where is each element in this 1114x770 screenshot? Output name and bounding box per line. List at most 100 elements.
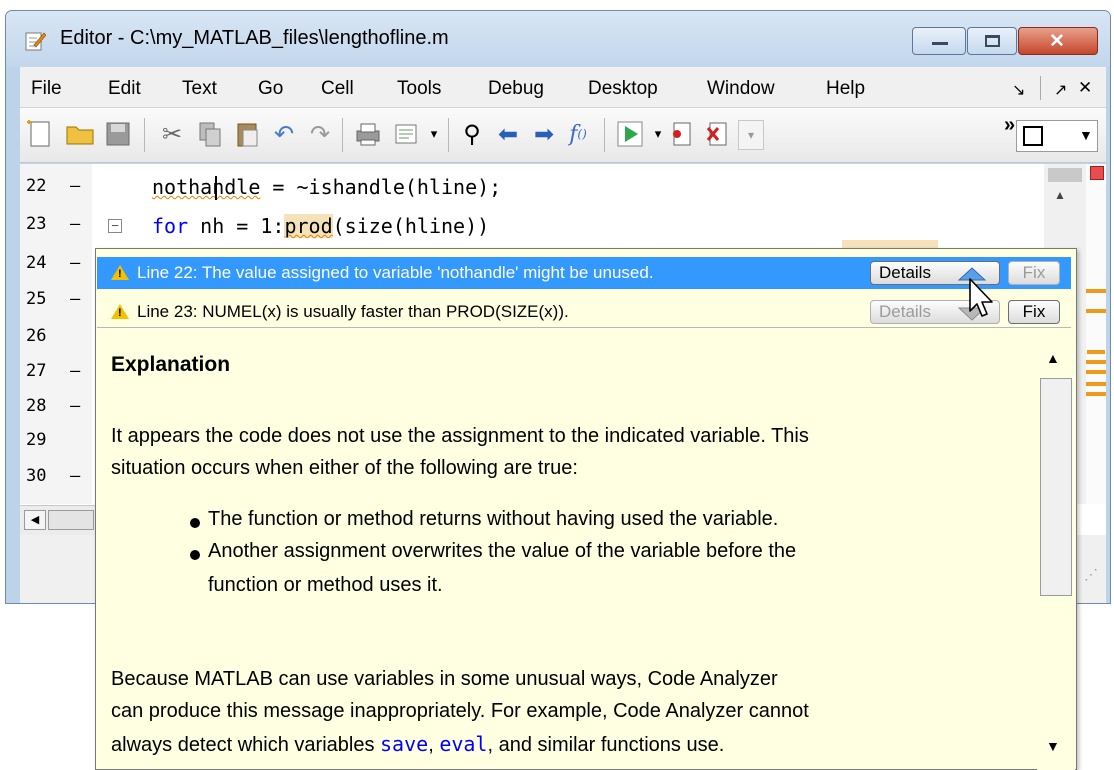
bullet-point bbox=[190, 550, 200, 560]
menu-window[interactable]: Window bbox=[707, 78, 775, 100]
code-text: nh = 1: bbox=[188, 214, 285, 238]
close-document-icon[interactable]: ✕ bbox=[1078, 78, 1092, 98]
toolbar-separator bbox=[604, 118, 605, 152]
open-folder-icon[interactable] bbox=[64, 118, 96, 150]
close-icon: ✕ bbox=[1049, 31, 1065, 52]
toolbar-overflow[interactable]: » bbox=[1004, 114, 1015, 137]
code-line-22[interactable]: nothandle = ~ishandle(hline); bbox=[152, 175, 501, 199]
text-fragment: , bbox=[428, 734, 440, 756]
dropdown-arrow-icon[interactable]: ▾ bbox=[418, 118, 450, 150]
maximize-icon bbox=[985, 35, 1000, 47]
forward-arrow-icon[interactable]: ➡ bbox=[528, 118, 560, 150]
paste-icon[interactable] bbox=[232, 118, 264, 150]
minimize-button[interactable] bbox=[912, 27, 966, 55]
line-dash[interactable]: – bbox=[70, 176, 80, 196]
line-dash[interactable]: – bbox=[70, 289, 80, 309]
warning-marker[interactable] bbox=[1086, 360, 1106, 364]
explanation-text: Because MATLAB can use variables in some… bbox=[111, 668, 778, 690]
cut-icon[interactable]: ✂ bbox=[156, 118, 188, 150]
function-icon[interactable]: f() bbox=[562, 118, 594, 150]
code-keyword: for bbox=[152, 214, 189, 238]
line-dash[interactable]: – bbox=[70, 214, 80, 234]
scrollbar-thumb[interactable] bbox=[1048, 168, 1082, 182]
back-arrow-icon[interactable]: ⬅ bbox=[492, 118, 524, 150]
menu-help[interactable]: Help bbox=[826, 78, 865, 100]
code-line-23[interactable]: for nh = 1:prod(size(hline)) bbox=[152, 214, 489, 238]
warning-marker[interactable] bbox=[1086, 370, 1106, 374]
dock-icon[interactable]: ↘ bbox=[1012, 80, 1025, 100]
toolbar-separator bbox=[144, 118, 145, 152]
scrollbar-thumb[interactable] bbox=[48, 510, 94, 530]
menu-desktop[interactable]: Desktop bbox=[588, 78, 658, 100]
warning-marker[interactable] bbox=[1086, 289, 1106, 293]
line-dash[interactable]: – bbox=[70, 466, 80, 486]
breakpoint-clear-icon[interactable] bbox=[702, 118, 734, 150]
explanation-text: can produce this message inappropriately… bbox=[111, 700, 809, 722]
fix-button[interactable]: Fix bbox=[1008, 300, 1060, 324]
line-number: 24 bbox=[26, 253, 47, 273]
menu-go[interactable]: Go bbox=[258, 78, 283, 100]
print-icon[interactable] bbox=[352, 118, 384, 150]
undo-icon[interactable]: ↶ bbox=[268, 118, 300, 150]
code-squiggled-token: prod bbox=[284, 214, 333, 238]
code-link-save[interactable]: save bbox=[380, 732, 428, 756]
line-number: 22 bbox=[26, 176, 47, 196]
menu-cell[interactable]: Cell bbox=[321, 78, 354, 100]
analyzer-message-text[interactable]: Line 23: NUMEL(x) is usually faster than… bbox=[137, 302, 569, 322]
warning-marker[interactable] bbox=[1087, 350, 1105, 354]
menu-separator bbox=[1040, 76, 1041, 100]
menu-tools[interactable]: Tools bbox=[397, 78, 441, 100]
line-dash[interactable]: – bbox=[70, 396, 80, 416]
text-caret bbox=[215, 176, 217, 200]
scrollbar-thumb[interactable] bbox=[1040, 378, 1072, 596]
scroll-up-icon[interactable]: ▲ bbox=[1046, 350, 1060, 366]
undock-icon[interactable]: ↗ bbox=[1054, 80, 1067, 100]
toolbar-separator bbox=[448, 118, 449, 152]
window-layout-icon bbox=[1023, 126, 1043, 146]
explanation-text: always detect which variables save, eval… bbox=[111, 732, 724, 757]
redo-icon[interactable]: ↷ bbox=[304, 118, 336, 150]
line-number: 28 bbox=[26, 396, 47, 416]
disabled-dropdown: ▾ bbox=[738, 120, 764, 150]
warning-marker[interactable] bbox=[1086, 382, 1106, 386]
line-number: 30 bbox=[26, 466, 47, 486]
menu-debug[interactable]: Debug bbox=[488, 78, 544, 100]
menu-text[interactable]: Text bbox=[182, 78, 217, 100]
menu-edit[interactable]: Edit bbox=[108, 78, 141, 100]
scroll-down-icon[interactable]: ▼ bbox=[1046, 738, 1060, 754]
explanation-heading: Explanation bbox=[111, 353, 231, 376]
maximize-button[interactable] bbox=[967, 27, 1017, 55]
scroll-up-icon[interactable]: ▲ bbox=[1054, 188, 1066, 202]
text-fragment: , and similar functions use. bbox=[487, 734, 725, 756]
warning-marker[interactable] bbox=[1086, 392, 1106, 396]
analyzer-message-text[interactable]: Line 22: The value assigned to variable … bbox=[137, 263, 654, 283]
code-link-eval[interactable]: eval bbox=[439, 732, 487, 756]
layout-selector[interactable]: ▼ bbox=[1016, 120, 1098, 152]
line-dash[interactable]: – bbox=[70, 361, 80, 381]
details-label: Details bbox=[879, 263, 931, 282]
line-number: 29 bbox=[26, 430, 47, 450]
horizontal-scrollbar[interactable]: ◀ bbox=[20, 505, 96, 536]
text-fragment: always detect which variables bbox=[111, 734, 381, 756]
resize-grip-icon[interactable]: ⋰ bbox=[1084, 566, 1098, 583]
line-dash[interactable]: – bbox=[70, 253, 80, 273]
breakpoint-set-icon[interactable] bbox=[666, 118, 698, 150]
warning-marker[interactable] bbox=[1086, 309, 1106, 313]
close-button[interactable]: ✕ bbox=[1018, 27, 1098, 55]
copy-icon[interactable] bbox=[194, 118, 226, 150]
window-title: Editor - C:\my_MATLAB_files\lengthofline… bbox=[60, 27, 449, 49]
chevron-down-icon: ▼ bbox=[1079, 127, 1093, 143]
mouse-pointer-icon bbox=[969, 278, 993, 317]
line-number: 25 bbox=[26, 289, 47, 309]
fold-toggle[interactable]: − bbox=[108, 219, 122, 233]
bullet-text: function or method uses it. bbox=[208, 574, 443, 596]
analyzer-status-icon[interactable] bbox=[1090, 166, 1104, 180]
message-indicator-bar[interactable] bbox=[1086, 164, 1106, 504]
menu-file[interactable]: File bbox=[31, 78, 62, 100]
find-binoculars-icon[interactable]: ⚲ bbox=[456, 118, 488, 150]
line-number: 26 bbox=[26, 326, 47, 346]
bullet-point bbox=[190, 518, 200, 528]
scroll-left-icon[interactable]: ◀ bbox=[24, 510, 46, 530]
save-icon[interactable] bbox=[102, 118, 134, 150]
new-file-icon[interactable] bbox=[24, 118, 56, 150]
